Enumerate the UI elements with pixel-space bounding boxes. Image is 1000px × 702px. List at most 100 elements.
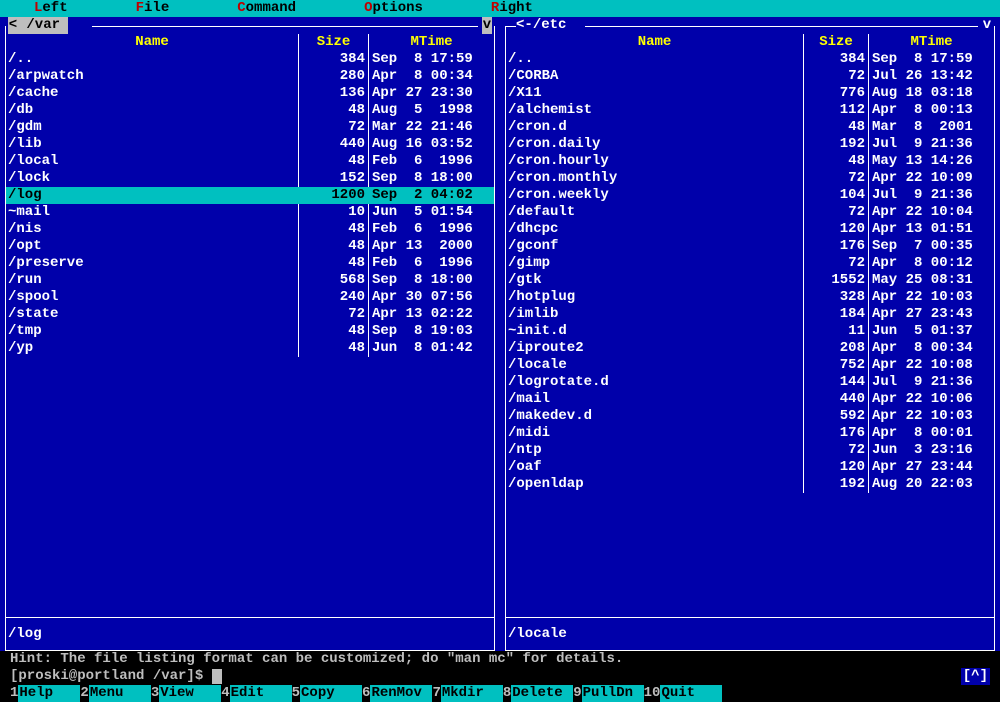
table-row[interactable]: /spool240Apr 30 07:56	[6, 289, 494, 306]
table-row[interactable]: /alchemist112Apr 8 00:13	[506, 102, 994, 119]
fkey-menu[interactable]: 2Menu	[80, 685, 150, 702]
header-size[interactable]: Size	[299, 34, 369, 51]
table-row[interactable]: /cron.d48Mar 8 2001	[506, 119, 994, 136]
file-size: 48	[804, 119, 869, 136]
table-row[interactable]: /cache136Apr 27 23:30	[6, 85, 494, 102]
table-row[interactable]: /midi176Apr 8 00:01	[506, 425, 994, 442]
table-row[interactable]: /opt48Apr 13 2000	[6, 238, 494, 255]
fkey-renmov[interactable]: 6RenMov	[362, 685, 432, 702]
file-name: /default	[506, 204, 804, 221]
table-row[interactable]: /lib440Aug 16 03:52	[6, 136, 494, 153]
table-row[interactable]: /..384Sep 8 17:59	[506, 51, 994, 68]
table-row[interactable]: /log1200Sep 2 04:02	[6, 187, 494, 204]
file-name: /..	[6, 51, 299, 68]
table-row[interactable]: /nis48Feb 6 1996	[6, 221, 494, 238]
table-row[interactable]: /run568Sep 8 18:00	[6, 272, 494, 289]
table-row[interactable]: /locale752Apr 22 10:08	[506, 357, 994, 374]
table-row[interactable]: /ntp72Jun 3 23:16	[506, 442, 994, 459]
file-mtime: Apr 27 23:30	[369, 85, 494, 102]
scroll-right-icon[interactable]: v	[482, 17, 492, 34]
fkey-label: RenMov	[370, 685, 432, 702]
file-mtime: Apr 22 10:08	[869, 357, 994, 374]
scroll-right-icon[interactable]: v	[982, 17, 992, 34]
header-name[interactable]: Name	[6, 34, 299, 51]
file-size: 192	[804, 476, 869, 493]
file-name: /gtk	[506, 272, 804, 289]
fkey-help[interactable]: 1Help	[10, 685, 80, 702]
table-row[interactable]: /dhcpc120Apr 13 01:51	[506, 221, 994, 238]
table-row[interactable]: /cron.hourly48May 13 14:26	[506, 153, 994, 170]
table-row[interactable]: /lock152Sep 8 18:00	[6, 170, 494, 187]
fkey-number: 1	[10, 685, 18, 702]
table-row[interactable]: /cron.daily192Jul 9 21:36	[506, 136, 994, 153]
left-panel-path[interactable]: /var	[18, 17, 68, 34]
fkey-edit[interactable]: 4Edit	[221, 685, 291, 702]
table-row[interactable]: ~init.d11Jun 5 01:37	[506, 323, 994, 340]
table-row[interactable]: /tmp48Sep 8 19:03	[6, 323, 494, 340]
table-row[interactable]: /mail440Apr 22 10:06	[506, 391, 994, 408]
table-row[interactable]: /local48Feb 6 1996	[6, 153, 494, 170]
table-row[interactable]: /gtk1552May 25 08:31	[506, 272, 994, 289]
left-panel[interactable]: < /var v Name Size MTime /..384Sep 8 17:…	[0, 17, 500, 651]
file-mtime: Apr 8 00:34	[369, 68, 494, 85]
fkey-quit[interactable]: 10Quit	[644, 685, 723, 702]
table-row[interactable]: /openldap192Aug 20 22:03	[506, 476, 994, 493]
table-row[interactable]: /imlib184Apr 27 23:43	[506, 306, 994, 323]
file-size: 72	[299, 119, 369, 136]
table-row[interactable]: /logrotate.d144Jul 9 21:36	[506, 374, 994, 391]
file-size: 240	[299, 289, 369, 306]
file-size: 440	[299, 136, 369, 153]
table-row[interactable]: /cron.monthly72Apr 22 10:09	[506, 170, 994, 187]
right-panel[interactable]: <-/etc v Name Size MTime /..384Sep 8 17:…	[500, 17, 1000, 651]
file-size: 592	[804, 408, 869, 425]
table-row[interactable]: /preserve48Feb 6 1996	[6, 255, 494, 272]
table-row[interactable]: /gimp72Apr 8 00:12	[506, 255, 994, 272]
table-row[interactable]: /default72Apr 22 10:04	[506, 204, 994, 221]
menu-options[interactable]: Options	[360, 0, 427, 17]
fkey-pulldn[interactable]: 9PullDn	[573, 685, 643, 702]
table-row[interactable]: /db48Aug 5 1998	[6, 102, 494, 119]
left-file-list[interactable]: /..384Sep 8 17:59/arpwatch280Apr 8 00:34…	[6, 51, 494, 615]
table-row[interactable]: /state72Apr 13 02:22	[6, 306, 494, 323]
table-row[interactable]: /yp48Jun 8 01:42	[6, 340, 494, 357]
file-mtime: Feb 6 1996	[369, 255, 494, 272]
table-row[interactable]: /..384Sep 8 17:59	[6, 51, 494, 68]
fkey-label: Menu	[89, 685, 151, 702]
shell-prompt[interactable]: [proski@portland /var]$	[10, 668, 222, 685]
header-size[interactable]: Size	[804, 34, 869, 51]
table-row[interactable]: /arpwatch280Apr 8 00:34	[6, 68, 494, 85]
right-file-list[interactable]: /..384Sep 8 17:59/CORBA72Jul 26 13:42/X1…	[506, 51, 994, 615]
file-mtime: Apr 8 00:34	[869, 340, 994, 357]
right-panel-path[interactable]: <-/etc	[516, 17, 566, 34]
header-mtime[interactable]: MTime	[869, 34, 994, 51]
table-row[interactable]: /oaf120Apr 27 23:44	[506, 459, 994, 476]
file-name: /X11	[506, 85, 804, 102]
menu-command[interactable]: Command	[233, 0, 300, 17]
fkey-view[interactable]: 3View	[151, 685, 221, 702]
fkey-number: 5	[292, 685, 300, 702]
fkey-delete[interactable]: 8Delete	[503, 685, 573, 702]
file-name: /local	[6, 153, 299, 170]
fkey-number: 7	[432, 685, 440, 702]
fkey-mkdir[interactable]: 7Mkdir	[432, 685, 502, 702]
table-row[interactable]: /makedev.d592Apr 22 10:03	[506, 408, 994, 425]
file-size: 280	[299, 68, 369, 85]
scroll-left-icon[interactable]: <	[8, 17, 18, 34]
fkey-copy[interactable]: 5Copy	[292, 685, 362, 702]
header-name[interactable]: Name	[506, 34, 804, 51]
table-row[interactable]: /gdm72Mar 22 21:46	[6, 119, 494, 136]
file-size: 152	[299, 170, 369, 187]
left-status: /log	[6, 617, 494, 651]
table-row[interactable]: /hotplug328Apr 22 10:03	[506, 289, 994, 306]
table-row[interactable]: /X11776Aug 18 03:18	[506, 85, 994, 102]
menu-file[interactable]: File	[132, 0, 174, 17]
menu-right[interactable]: Right	[487, 0, 537, 17]
table-row[interactable]: /gconf176Sep 7 00:35	[506, 238, 994, 255]
menu-left[interactable]: Left	[30, 0, 72, 17]
table-row[interactable]: /iproute2208Apr 8 00:34	[506, 340, 994, 357]
header-mtime[interactable]: MTime	[369, 34, 494, 51]
table-row[interactable]: /CORBA72Jul 26 13:42	[506, 68, 994, 85]
left-headers: Name Size MTime	[6, 34, 494, 51]
table-row[interactable]: ~mail10Jun 5 01:54	[6, 204, 494, 221]
table-row[interactable]: /cron.weekly104Jul 9 21:36	[506, 187, 994, 204]
